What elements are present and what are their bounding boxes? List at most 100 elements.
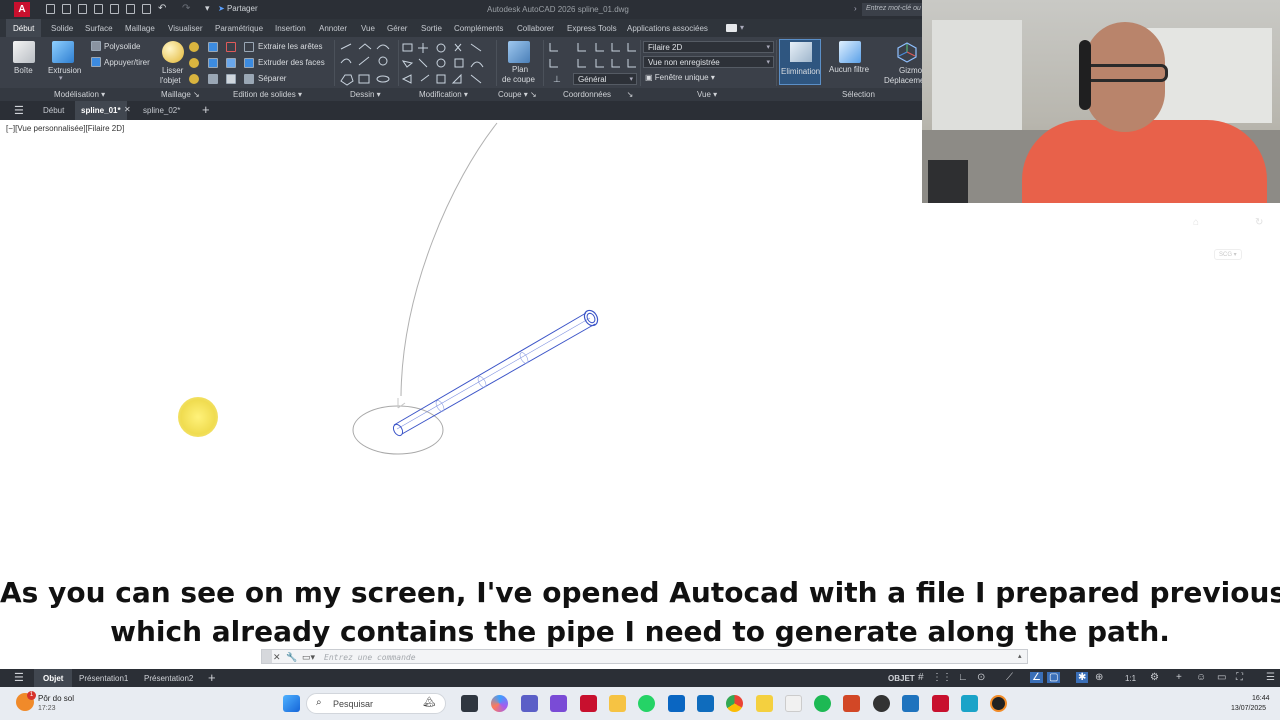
no-filter-icon[interactable]	[839, 41, 861, 63]
smooth-label-1[interactable]: Lisser	[162, 66, 183, 75]
notes-app-icon[interactable]	[961, 695, 978, 712]
interfere-icon[interactable]	[226, 58, 236, 68]
tab-visualiser[interactable]: Visualiser	[168, 24, 203, 33]
web-mobile-icon[interactable]	[110, 4, 119, 14]
gizmo-label-2[interactable]: Déplacement	[884, 76, 922, 85]
ortho-icon[interactable]: ∟	[958, 672, 968, 683]
section-plane-label-2[interactable]: de coupe	[502, 75, 535, 84]
intersect-icon[interactable]	[208, 58, 218, 68]
section-plane-icon[interactable]	[508, 41, 530, 63]
outlook-icon[interactable]	[697, 695, 714, 712]
layout-tab-model[interactable]: Objet	[34, 669, 73, 687]
tab-insertion[interactable]: Insertion	[275, 24, 306, 33]
isodraft-icon[interactable]: ⟋	[1006, 672, 1013, 683]
panel-coordonnees[interactable]: Coordonnées ↘	[563, 90, 633, 99]
home-icon[interactable]: ⌂	[1193, 217, 1199, 228]
presspull-label[interactable]: Appuyer/tirer	[104, 58, 150, 67]
add-tab-icon[interactable]: +	[202, 102, 210, 117]
ribbon-toggle-icon[interactable]	[726, 24, 737, 32]
taskbar-search[interactable]: ⌕ Pesquisar 🏔	[306, 693, 446, 714]
whatsapp-icon[interactable]	[638, 695, 655, 712]
tab-solide[interactable]: Solide	[51, 24, 73, 33]
command-grip-icon[interactable]	[262, 650, 272, 663]
hardware-accel-icon[interactable]: ▭	[1217, 672, 1226, 683]
add-layout-icon[interactable]: +	[208, 670, 216, 685]
extrude-faces-icon[interactable]	[244, 58, 254, 68]
clean-screen-icon[interactable]: ⛶	[1236, 672, 1243, 683]
quick-access-menu-icon[interactable]: ▾	[205, 3, 210, 14]
no-filter-label[interactable]: Aucun filtre	[829, 65, 869, 74]
autocad-icon[interactable]	[932, 695, 949, 712]
dynamic-ucs-icon[interactable]: ⊕	[1095, 672, 1103, 683]
mesh-crease-icon[interactable]	[189, 74, 199, 84]
mesh-refine-icon[interactable]	[189, 58, 199, 68]
powerpoint-icon[interactable]	[843, 695, 860, 712]
task-view-icon[interactable]	[461, 695, 478, 712]
save-icon[interactable]	[78, 4, 87, 14]
tab-maillage[interactable]: Maillage	[125, 24, 155, 33]
viewport-controls-label[interactable]: [−][Vue personnalisée][Filaire 2D]	[6, 124, 124, 133]
union-icon[interactable]	[208, 42, 218, 52]
media-player-icon[interactable]	[990, 695, 1007, 712]
sticky-notes-icon[interactable]	[756, 695, 773, 712]
tab-parametrique[interactable]: Paramétrique	[215, 24, 263, 33]
tab-complements[interactable]: Compléments	[454, 24, 503, 33]
clock-date[interactable]: 13/07/2025	[1231, 705, 1266, 712]
panel-modelisation[interactable]: Modélisation ▾	[54, 90, 105, 99]
command-line[interactable]: ✕ 🔧 ▭▾ Entrez une commande ▴	[261, 649, 1028, 664]
weather-title[interactable]: Pôr do sol	[38, 694, 74, 703]
redo-icon[interactable]: ↷	[182, 3, 190, 14]
mesh-sphere-icon[interactable]	[189, 42, 199, 52]
panel-vue[interactable]: Vue ▾	[697, 90, 717, 99]
base-circle[interactable]	[352, 405, 444, 455]
box-icon[interactable]	[13, 41, 35, 63]
panel-dessin[interactable]: Dessin ▾	[350, 90, 381, 99]
annotation-icon[interactable]: ✱	[1076, 672, 1089, 683]
modify-tools-icon[interactable]	[401, 41, 493, 87]
pipe-solid[interactable]	[392, 308, 601, 437]
isolate-icon[interactable]: ☺	[1196, 672, 1206, 683]
presspull-icon[interactable]	[91, 57, 101, 67]
copilot-icon[interactable]	[491, 695, 508, 712]
add-icon[interactable]: +	[1176, 672, 1182, 683]
web-save-icon[interactable]	[126, 4, 135, 14]
tab-gerer[interactable]: Gérer	[387, 24, 407, 33]
new-file-icon[interactable]	[46, 4, 55, 14]
object-snap-tracking-icon[interactable]: ∠	[1030, 672, 1043, 683]
doc-tab-home[interactable]: Début	[43, 106, 64, 115]
spotify-icon[interactable]	[814, 695, 831, 712]
teams-icon[interactable]	[521, 695, 538, 712]
recent-commands-icon[interactable]: ▭▾	[302, 652, 315, 663]
named-view-dropdown[interactable]: Vue non enregistrée ▾	[643, 56, 774, 68]
teams-classic-icon[interactable]	[550, 695, 567, 712]
spline-path[interactable]	[400, 122, 498, 397]
doc-tab-spline01[interactable]: spline_01*	[75, 101, 127, 120]
viewcube[interactable]: ⌂ ↻	[1193, 215, 1268, 235]
save-as-icon[interactable]	[94, 4, 103, 14]
layout-tab-2[interactable]: Présentation2	[144, 674, 193, 683]
panel-modification[interactable]: Modification ▾	[419, 90, 468, 99]
ucs-tools-icon[interactable]	[548, 41, 638, 71]
gear-icon[interactable]: ⚙	[1150, 672, 1159, 683]
linkedin-icon[interactable]	[668, 695, 685, 712]
tab-collaborer[interactable]: Collaborer	[517, 24, 554, 33]
panel-edition-solides[interactable]: Edition de solides ▾	[233, 90, 302, 99]
drawing-canvas[interactable]	[0, 120, 922, 560]
wcs-menu[interactable]: SCG ▾	[1214, 249, 1242, 260]
subtract-icon[interactable]	[226, 42, 236, 52]
menu-icon[interactable]: ☰	[14, 671, 24, 684]
chevron-up-icon[interactable]: ▴	[1018, 652, 1022, 660]
culling-button[interactable]: Elimination	[779, 39, 821, 85]
tab-applications-associees[interactable]: Applications associées	[627, 24, 708, 33]
chrome-icon[interactable]	[726, 695, 743, 712]
object-snap-icon[interactable]: ▢	[1047, 672, 1061, 683]
ucs-general-dropdown[interactable]: Général ▾	[573, 73, 637, 85]
layout-tab-1[interactable]: Présentation1	[79, 674, 128, 683]
extrude-faces-label[interactable]: Extruder des faces	[258, 58, 325, 67]
wrench-icon[interactable]: 🔧	[286, 652, 297, 663]
slice-icon[interactable]	[208, 74, 218, 84]
chevron-down-icon[interactable]: ▾	[740, 23, 744, 32]
tab-sortie[interactable]: Sortie	[421, 24, 442, 33]
autocad-lt-icon[interactable]	[580, 695, 597, 712]
file-explorer-icon[interactable]	[609, 695, 626, 712]
